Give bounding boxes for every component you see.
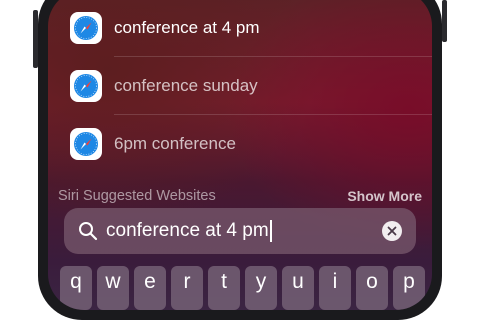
key-u[interactable]: u: [282, 266, 314, 310]
section-title: Siri Suggested Websites: [58, 188, 216, 204]
suggestion-item-2[interactable]: conference sunday: [70, 68, 410, 104]
suggestion-item-1[interactable]: conference at 4 pm: [70, 10, 410, 46]
power-button: [442, 0, 447, 42]
key-t[interactable]: t: [208, 266, 240, 310]
search-input[interactable]: conference at 4 pm: [106, 219, 272, 242]
suggestion-label: conference sunday: [114, 76, 258, 95]
suggestion-label: conference at 4 pm: [114, 18, 260, 37]
spotlight-screen: conference at 4 pm conference sunday 6pm…: [48, 0, 432, 310]
text-caret: [269, 219, 272, 242]
safari-icon: [70, 12, 102, 44]
key-q[interactable]: q: [60, 266, 92, 310]
show-more-button[interactable]: Show More: [347, 188, 422, 204]
divider: [114, 56, 432, 57]
key-p[interactable]: p: [393, 266, 425, 310]
safari-icon: [70, 128, 102, 160]
key-y[interactable]: y: [245, 266, 277, 310]
key-e[interactable]: e: [134, 266, 166, 310]
search-query: conference at 4 pm: [106, 220, 269, 241]
section-header: Siri Suggested Websites Show More: [58, 188, 422, 204]
key-r[interactable]: r: [171, 266, 203, 310]
key-o[interactable]: o: [356, 266, 388, 310]
key-i[interactable]: i: [319, 266, 351, 310]
keyboard-row-1: q w e r t y u i o p: [60, 266, 425, 310]
key-w[interactable]: w: [97, 266, 129, 310]
magnifying-glass-icon: [79, 222, 98, 241]
search-field[interactable]: conference at 4 pm: [64, 208, 416, 254]
suggestion-label: 6pm conference: [114, 134, 236, 153]
safari-icon: [70, 70, 102, 102]
suggestion-item-3[interactable]: 6pm conference: [70, 126, 410, 162]
divider: [114, 114, 432, 115]
clear-x-icon[interactable]: [382, 221, 402, 241]
